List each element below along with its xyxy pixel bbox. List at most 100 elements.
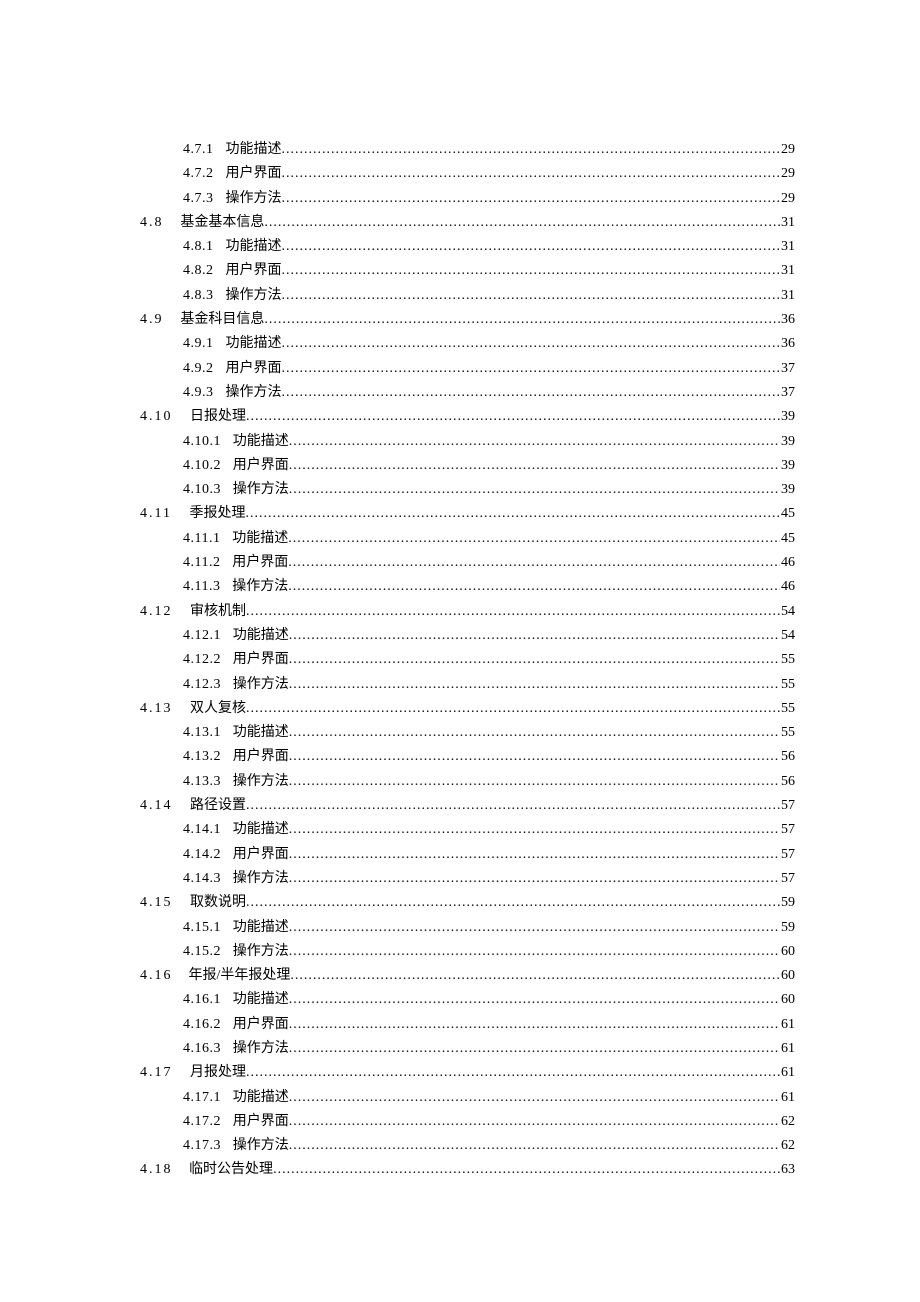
toc-leader-dots <box>288 551 780 575</box>
toc-entry[interactable]: 4.10.2用户界面39 <box>128 454 795 478</box>
toc-entry[interactable]: 4.9.3操作方法37 <box>128 381 795 405</box>
toc-leader-dots <box>289 721 780 745</box>
toc-entry-page: 29 <box>780 187 795 211</box>
toc-entry-label: 操作方法 <box>233 1134 289 1158</box>
toc-entry[interactable]: 4.15.1功能描述59 <box>128 916 795 940</box>
toc-entry[interactable]: 4.11.1功能描述45 <box>128 527 795 551</box>
toc-entry-label: 双人复核 <box>190 697 246 721</box>
toc-leader-dots <box>246 891 780 915</box>
toc-entry[interactable]: 4.15取数说明59 <box>128 891 795 915</box>
toc-entry-page: 62 <box>780 1110 795 1134</box>
toc-entry[interactable]: 4.9基金科目信息36 <box>128 308 795 332</box>
toc-entry[interactable]: 4.18临时公告处理63 <box>128 1158 795 1182</box>
toc-entry-page: 63 <box>780 1158 795 1182</box>
toc-entry[interactable]: 4.8.3操作方法31 <box>128 284 795 308</box>
toc-entry[interactable]: 4.7.2用户界面29 <box>128 162 795 186</box>
toc-entry-label: 操作方法 <box>232 575 288 599</box>
toc-entry-label: 取数说明 <box>190 891 246 915</box>
toc-entry[interactable]: 4.13.2用户界面56 <box>128 745 795 769</box>
toc-leader-dots <box>289 916 780 940</box>
toc-entry[interactable]: 4.8.1功能描述31 <box>128 235 795 259</box>
toc-entry[interactable]: 4.12.1功能描述54 <box>128 624 795 648</box>
toc-leader-dots <box>246 697 780 721</box>
toc-leader-dots <box>281 259 780 283</box>
toc-entry[interactable]: 4.11季报处理45 <box>128 502 795 526</box>
toc-entry-number: 4.12.3 <box>183 673 221 697</box>
toc-entry[interactable]: 4.8基金基本信息31 <box>128 211 795 235</box>
toc-entry-label: 功能描述 <box>225 332 281 356</box>
toc-entry[interactable]: 4.17.2用户界面62 <box>128 1110 795 1134</box>
toc-entry[interactable]: 4.12.3操作方法55 <box>128 673 795 697</box>
toc-entry[interactable]: 4.13.1功能描述55 <box>128 721 795 745</box>
toc-entry[interactable]: 4.15.2操作方法60 <box>128 940 795 964</box>
toc-page: 4.7.1功能描述294.7.2用户界面294.7.3操作方法294.8基金基本… <box>0 0 920 1283</box>
toc-entry[interactable]: 4.16年报/半年报处理60 <box>128 964 795 988</box>
toc-entry[interactable]: 4.12审核机制54 <box>128 600 795 624</box>
toc-entry-page: 60 <box>780 964 795 988</box>
toc-entry-label: 功能描述 <box>233 721 289 745</box>
toc-entry[interactable]: 4.16.2用户界面61 <box>128 1013 795 1037</box>
toc-entry[interactable]: 4.14.2 用户界面 57 <box>128 843 795 867</box>
toc-entry-number: 4.7.3 <box>183 187 214 211</box>
toc-entry-page: 57 <box>780 818 795 842</box>
toc-entry[interactable]: 4.14路径设置57 <box>128 794 795 818</box>
toc-entry[interactable]: 4.17.3操作方法62 <box>128 1134 795 1158</box>
toc-entry[interactable]: 4.11.3操作方法46 <box>128 575 795 599</box>
toc-entry[interactable]: 4.16.1功能描述60 <box>128 988 795 1012</box>
toc-entry-number: 4.14.3 <box>183 867 221 891</box>
toc-entry-number: 4.15.1 <box>183 916 221 940</box>
toc-entry[interactable]: 4.17.1功能描述61 <box>128 1086 795 1110</box>
toc-entry-number: 4.7.2 <box>183 162 214 186</box>
toc-entry-page: 31 <box>780 211 795 235</box>
toc-entry-number: 4.16.2 <box>183 1013 221 1037</box>
toc-entry-number: 4.13.3 <box>183 770 221 794</box>
toc-entry[interactable]: 4.16.3操作方法61 <box>128 1037 795 1061</box>
toc-entry-number: 4.14 <box>140 794 173 818</box>
toc-entry[interactable]: 4.10日报处理39 <box>128 405 795 429</box>
toc-entry[interactable]: 4.7.1功能描述29 <box>128 138 795 162</box>
toc-entry-number: 4.8.2 <box>183 259 214 283</box>
toc-entry-number: 4.13.2 <box>183 745 221 769</box>
toc-entry[interactable]: 4.10.3操作方法39 <box>128 478 795 502</box>
toc-entry-label: 用户界面 <box>233 843 289 867</box>
toc-entry-page: 60 <box>780 940 795 964</box>
toc-entry[interactable]: 4.8.2用户界面31 <box>128 259 795 283</box>
toc-leader-dots <box>289 867 780 891</box>
toc-entry-number: 4.17 <box>140 1061 173 1085</box>
toc-entry[interactable]: 4.13双人复核55 <box>128 697 795 721</box>
toc-entry[interactable]: 4.7.3操作方法29 <box>128 187 795 211</box>
toc-entry-page: 39 <box>780 430 795 454</box>
toc-entry-page: 57 <box>780 867 795 891</box>
toc-entry-number: 4.10.2 <box>183 454 221 478</box>
toc-entry-label: 操作方法 <box>233 1037 289 1061</box>
toc-entry[interactable]: 4.9.1功能描述36 <box>128 332 795 356</box>
toc-leader-dots <box>289 843 780 867</box>
toc-entry-page: 61 <box>780 1061 795 1085</box>
toc-entry[interactable]: 4.14.1功能描述57 <box>128 818 795 842</box>
toc-entry-label: 年报/半年报处理 <box>189 964 291 988</box>
toc-entry[interactable]: 4.17 月报处理 61 <box>128 1061 795 1085</box>
toc-entry-label: 临时公告处理 <box>189 1158 273 1182</box>
toc-entry-label: 月报处理 <box>190 1061 246 1085</box>
toc-leader-dots <box>289 770 780 794</box>
toc-entry[interactable]: 4.9.2用户界面37 <box>128 357 795 381</box>
toc-entry-number: 4.14.2 <box>183 843 221 867</box>
toc-entry[interactable]: 4.12.2用户界面55 <box>128 648 795 672</box>
toc-leader-dots <box>281 162 780 186</box>
toc-leader-dots <box>289 430 780 454</box>
toc-entry-page: 61 <box>780 1037 795 1061</box>
toc-entry-page: 57 <box>780 843 795 867</box>
toc-entry-number: 4.10.1 <box>183 430 221 454</box>
toc-leader-dots <box>289 1086 780 1110</box>
toc-entry-number: 4.11 <box>140 502 172 526</box>
toc-entry-number: 4.10.3 <box>183 478 221 502</box>
toc-entry[interactable]: 4.11.2用户界面46 <box>128 551 795 575</box>
toc-entry-label: 基金科目信息 <box>180 308 264 332</box>
toc-leader-dots <box>246 794 780 818</box>
toc-entry[interactable]: 4.14.3操作方法57 <box>128 867 795 891</box>
toc-entry-page: 31 <box>780 259 795 283</box>
toc-leader-dots <box>281 235 780 259</box>
toc-entry[interactable]: 4.10.1功能描述39 <box>128 430 795 454</box>
toc-entry-label: 操作方法 <box>233 940 289 964</box>
toc-entry[interactable]: 4.13.3操作方法56 <box>128 770 795 794</box>
